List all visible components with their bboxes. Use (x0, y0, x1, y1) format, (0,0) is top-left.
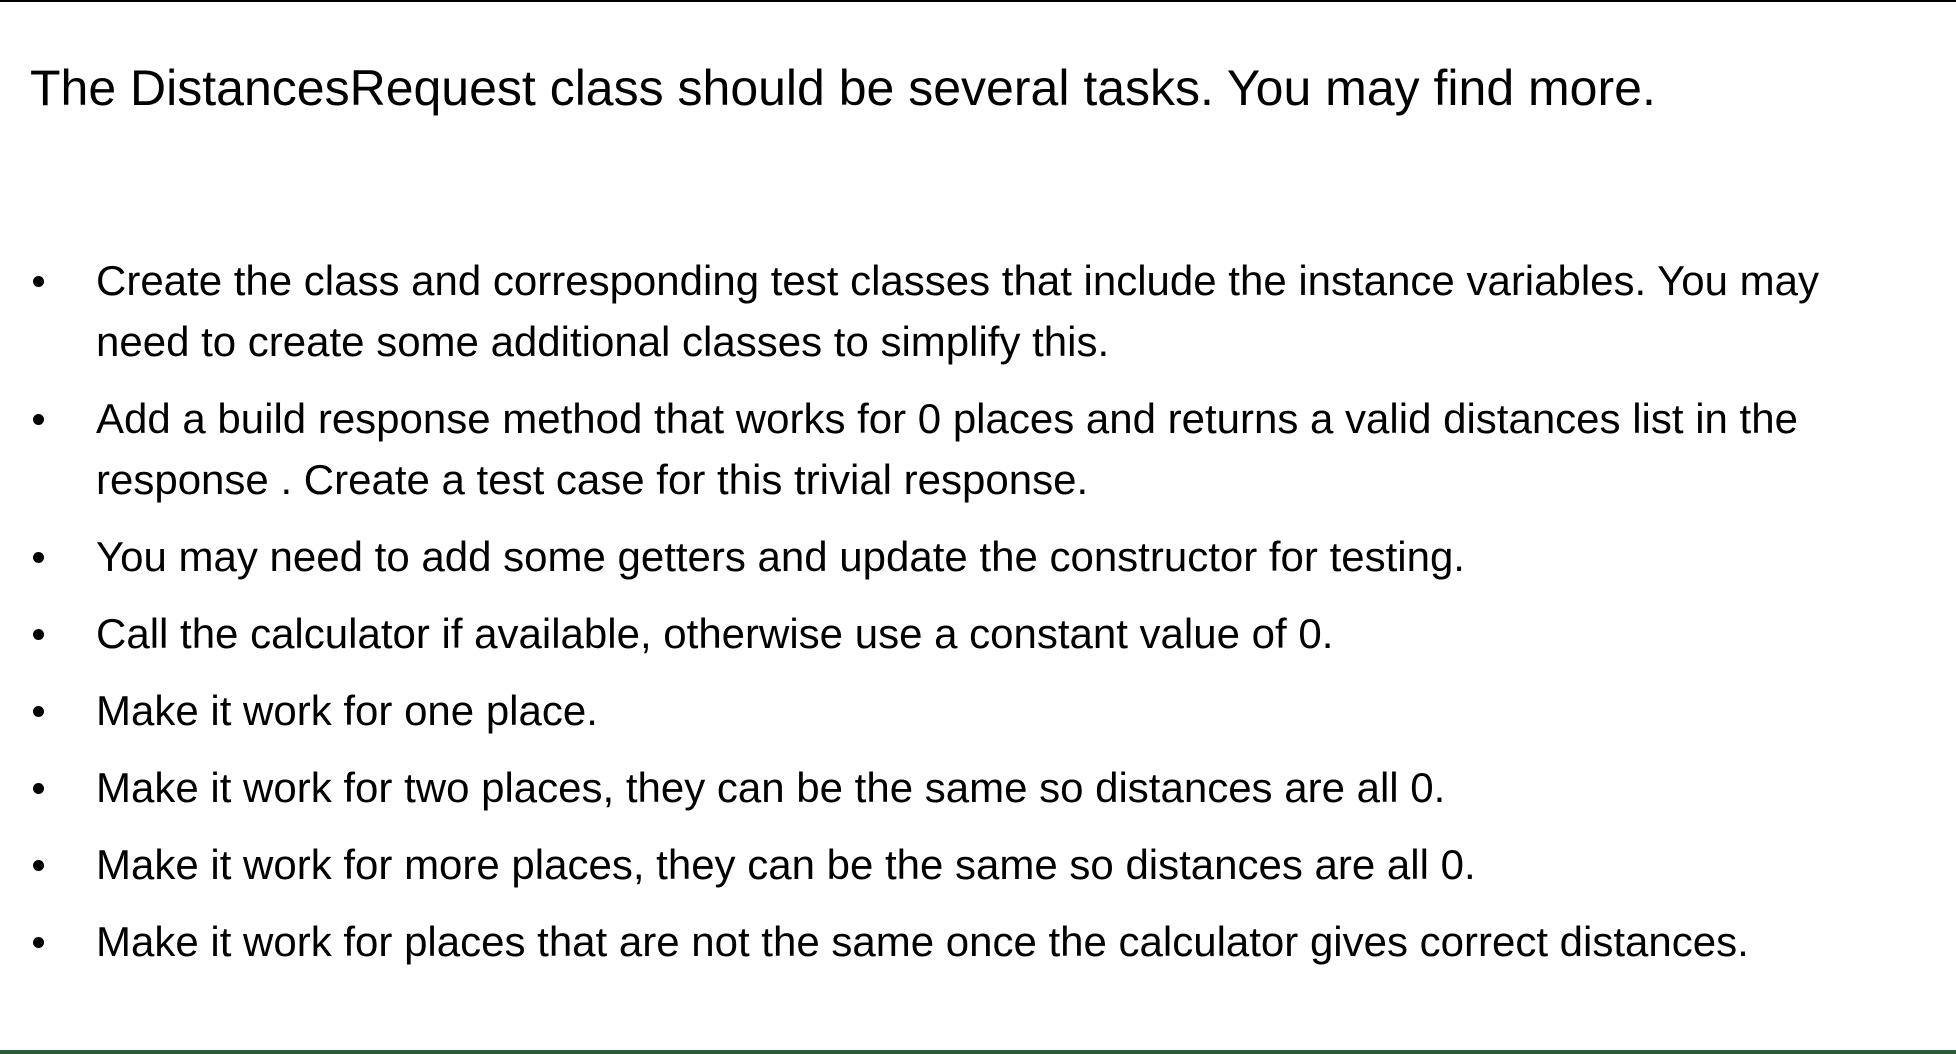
bullet-icon (33, 860, 44, 871)
bullet-icon (33, 552, 44, 563)
task-text: Make it work for places that are not the… (96, 918, 1749, 965)
task-item: Make it work for two places, they can be… (0, 757, 1956, 818)
task-text: Make it work for more places, they can b… (96, 841, 1476, 888)
slide-heading: The DistancesRequest class should be sev… (30, 60, 1656, 116)
task-text: Call the calculator if available, otherw… (96, 610, 1334, 657)
bullet-icon (33, 276, 44, 287)
task-text: Create the class and corresponding test … (96, 257, 1820, 365)
task-item: You may need to add some getters and upd… (0, 526, 1956, 587)
bullet-icon (33, 629, 44, 640)
task-item: Make it work for one place. (0, 680, 1956, 741)
bullet-icon (33, 414, 44, 425)
task-item: Add a build response method that works f… (0, 388, 1956, 510)
bullet-icon (33, 937, 44, 948)
task-text: Make it work for one place. (96, 687, 598, 734)
task-text: Add a build response method that works f… (96, 395, 1798, 503)
task-text: Make it work for two places, they can be… (96, 764, 1446, 811)
task-item: Call the calculator if available, otherw… (0, 603, 1956, 664)
task-item: Make it work for more places, they can b… (0, 834, 1956, 895)
task-item: Create the class and corresponding test … (0, 250, 1956, 372)
task-text: You may need to add some getters and upd… (96, 533, 1465, 580)
task-list: Create the class and corresponding test … (0, 250, 1956, 988)
task-item: Make it work for places that are not the… (0, 911, 1956, 972)
bullet-icon (33, 706, 44, 717)
bottom-border (0, 1050, 1956, 1054)
bullet-icon (33, 783, 44, 794)
slide: The DistancesRequest class should be sev… (0, 0, 1956, 1054)
top-border (0, 0, 1956, 2)
